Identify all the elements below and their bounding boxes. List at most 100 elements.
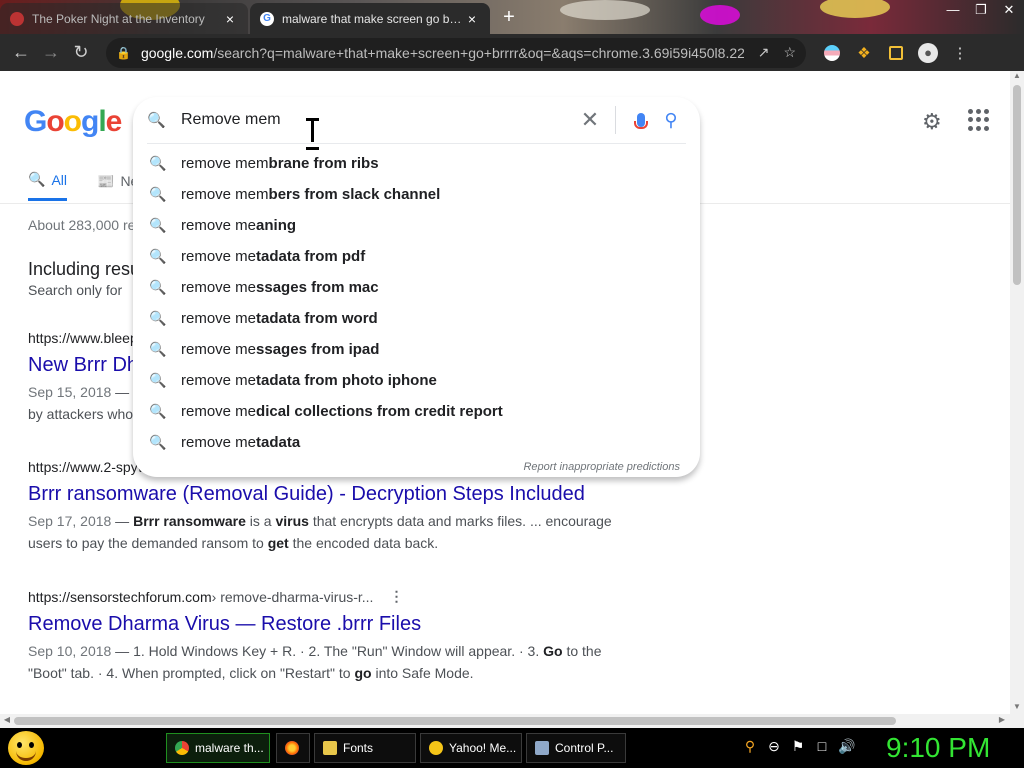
wallpaper-splash <box>820 0 890 18</box>
search-icon: 🔍 <box>149 155 167 171</box>
snippet-bold: virus <box>275 513 309 529</box>
snippet-bold: Go <box>543 643 563 659</box>
search-icon: 🔍 <box>149 434 167 450</box>
search-submit-icon[interactable]: ⚲ <box>656 110 686 131</box>
google-favicon-icon: G <box>260 11 274 26</box>
result-title-link[interactable]: Remove Dharma Virus — Restore .brrr File… <box>28 613 628 636</box>
snippet-text: is a <box>245 513 276 529</box>
suggestion-item[interactable]: 🔍 remove me ssages from ipad <box>133 334 700 365</box>
suggestion-item[interactable]: 🔍 remove me tadata from word <box>133 303 700 334</box>
tab-label: All <box>51 171 67 188</box>
suggestion-item[interactable]: 🔍 remove me ssages from mac <box>133 272 700 303</box>
taskbar-label: Yahoo! Me... <box>449 741 517 755</box>
tab-poker-night[interactable]: The Poker Night at the Inventory × <box>0 3 248 34</box>
profile-avatar-icon[interactable]: ● <box>912 38 944 68</box>
clear-icon[interactable]: ✕ <box>575 107 605 133</box>
search-icon: 🔍 <box>28 171 46 187</box>
taskbar-yahoo[interactable]: Yahoo! Me... <box>420 733 522 763</box>
cite-path: › remove-dharma-virus-r... <box>211 588 374 605</box>
suggestion-item[interactable]: 🔍 remove me tadata <box>133 427 700 458</box>
scroll-up-icon[interactable]: ▲ <box>1010 71 1024 83</box>
reload-icon[interactable]: ↻ <box>66 38 96 68</box>
close-window-button[interactable]: ✕ <box>1000 2 1018 18</box>
volume-icon[interactable]: 🔊 <box>838 738 855 755</box>
taskbar-label: malware th... <box>195 741 264 755</box>
result-title-link[interactable]: Brrr ransomware (Removal Guide) - Decryp… <box>28 483 628 506</box>
search-icon: 🔍 <box>149 372 167 388</box>
url-text: google.com/search?q=malware+that+make+sc… <box>141 45 744 61</box>
tab-google-search[interactable]: G malware that make screen go brrrr × <box>250 3 490 34</box>
suggestion-completion: tadata from pdf <box>256 248 366 265</box>
network-icon[interactable]: □ <box>814 738 830 755</box>
tab-all[interactable]: 🔍 All <box>28 171 67 201</box>
result-date: Sep 17, 2018 <box>28 513 112 529</box>
lock-icon[interactable]: 🔒 <box>116 46 131 60</box>
extensions-puzzle-icon[interactable]: ❖ <box>848 38 880 68</box>
scroll-thumb[interactable] <box>14 717 896 725</box>
suggestion-item[interactable]: 🔍 remove me aning <box>133 210 700 241</box>
minimize-button[interactable]: — <box>944 2 962 18</box>
apps-grid-icon[interactable] <box>968 109 990 131</box>
vertical-scrollbar[interactable]: ▲ ▼ <box>1010 71 1024 714</box>
suggestion-item[interactable]: 🔍 remove me tadata from photo iphone <box>133 365 700 396</box>
taskbar-firefox[interactable] <box>276 733 310 763</box>
new-tab-button[interactable]: + <box>498 6 520 28</box>
scroll-down-icon[interactable]: ▼ <box>1010 702 1024 714</box>
address-bar[interactable]: 🔒 google.com/search?q=malware+that+make+… <box>106 37 806 68</box>
suggestion-item[interactable]: 🔍 remove mem brane from ribs <box>133 148 700 179</box>
menu-kebab-icon[interactable]: ⋮ <box>944 38 976 68</box>
settings-gear-icon[interactable]: ⚙ <box>922 109 942 135</box>
suggestion-prefix: remove me <box>181 403 257 420</box>
maximize-button[interactable]: ❐ <box>972 2 990 18</box>
taskbar-chrome[interactable]: malware th... <box>166 733 270 763</box>
search-input[interactable]: Remove mem <box>181 111 575 129</box>
minus-circle-icon[interactable]: ⊖ <box>766 738 782 755</box>
scroll-thumb[interactable] <box>1013 85 1021 285</box>
url-domain: google.com <box>140 44 214 61</box>
suggestion-prefix: remove me <box>181 341 257 358</box>
forward-arrow-icon[interactable]: → <box>36 38 66 68</box>
yahoo-smiley-icon <box>429 741 443 755</box>
url-path: /search?q=malware+that+make+screen+go+br… <box>213 44 744 61</box>
more-options-icon[interactable]: ⋮ <box>389 588 403 605</box>
divider <box>615 106 616 134</box>
tab-close-icon[interactable]: × <box>464 11 480 27</box>
cite-domain: https://sensorstechforum.com <box>28 588 212 605</box>
tab-close-icon[interactable]: × <box>222 11 238 27</box>
google-logo[interactable]: Google <box>24 105 122 139</box>
search-icon[interactable]: ⚲ <box>742 738 758 755</box>
snippet-text: into Safe Mode. <box>371 665 474 681</box>
flag-extension-icon[interactable] <box>816 38 848 68</box>
suggestion-completion: dical collections from credit report <box>256 403 503 420</box>
back-arrow-icon[interactable]: ← <box>6 38 36 68</box>
flag-icon[interactable]: ⚑ <box>790 738 806 755</box>
taskbar-fonts[interactable]: Fonts <box>314 733 416 763</box>
side-panel-icon[interactable] <box>880 38 912 68</box>
suggestion-item[interactable]: 🔍 remove mem bers from slack channel <box>133 179 700 210</box>
horizontal-scrollbar[interactable]: ◀ ▶ <box>0 714 1024 728</box>
suggestion-item[interactable]: 🔍 remove me dical collections from credit … <box>133 396 700 427</box>
scroll-left-icon[interactable]: ◀ <box>1 715 13 724</box>
share-icon[interactable]: ↗ <box>758 44 770 61</box>
taskbar-label: Fonts <box>343 741 374 755</box>
taskbar-control-panel[interactable]: Control P... <box>526 733 626 763</box>
text-cursor-icon <box>306 118 319 150</box>
search-icon: 🔍 <box>149 310 167 326</box>
fonts-folder-icon <box>323 741 337 755</box>
tab-title: malware that make screen go brrrr <box>282 11 464 26</box>
search-icon: 🔍 <box>147 112 166 129</box>
suggestion-completion: aning <box>256 217 297 234</box>
taskbar-clock[interactable]: 9:10 PM <box>886 732 990 764</box>
start-smiley-button[interactable] <box>8 731 44 765</box>
result-snippet: Sep 10, 2018 — 1. Hold Windows Key + R. … <box>28 640 628 684</box>
microphone-icon[interactable] <box>626 105 656 135</box>
search-suggestions-dropdown: 🔍 Remove mem ✕ ⚲ 🔍 remove mem brane from r… <box>133 97 700 477</box>
bookmark-star-icon[interactable]: ☆ <box>783 44 796 61</box>
snippet-bold: go <box>354 665 372 681</box>
result-cite[interactable]: https://sensorstechforum.com › remove-dh… <box>28 588 628 605</box>
report-predictions-link[interactable]: Report inappropriate predictions <box>523 461 680 473</box>
scroll-right-icon[interactable]: ▶ <box>996 715 1008 724</box>
suggestion-item[interactable]: 🔍 remove me tadata from pdf <box>133 241 700 272</box>
suggestion-completion: tadata <box>256 434 301 451</box>
control-panel-icon <box>535 741 549 755</box>
